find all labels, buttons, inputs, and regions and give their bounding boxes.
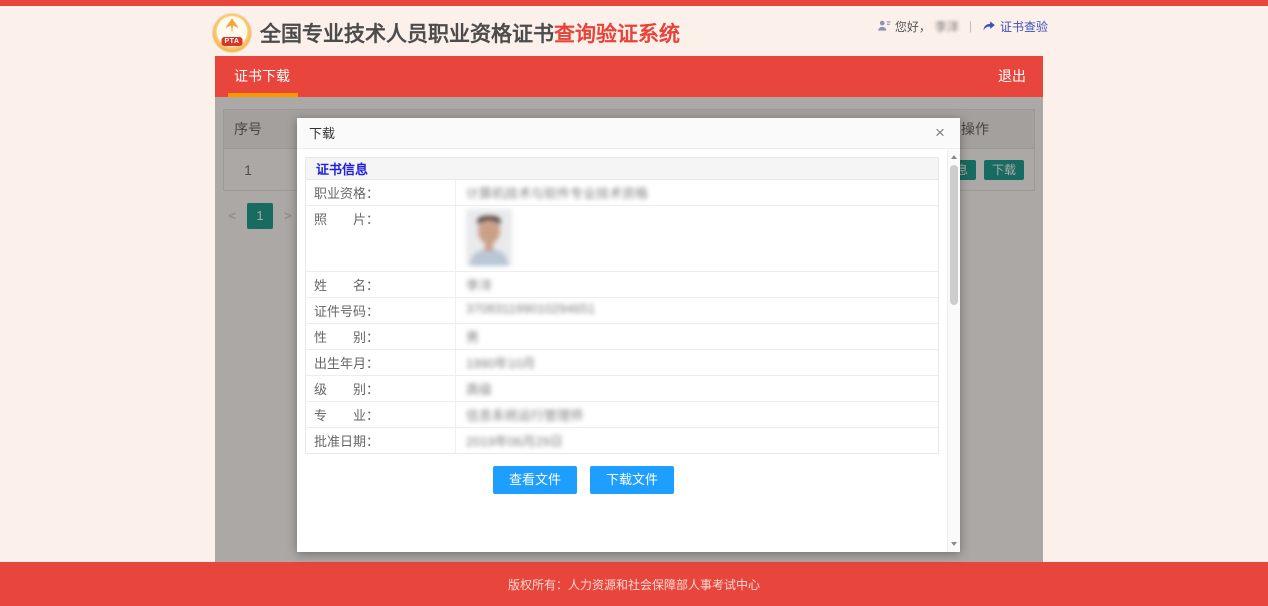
share-arrow-icon [982, 19, 996, 33]
greeting-text: 您好， [895, 18, 931, 35]
user-name: 李洋 [935, 18, 959, 35]
field-label: 照 片： [306, 206, 456, 271]
field-value: 信息系统运行管理师 [456, 402, 938, 427]
field-value: 高级 [456, 376, 938, 401]
field-value: 1990年10月 [456, 350, 938, 375]
field-value: 2019年06月29日 [456, 428, 938, 453]
logo-flame-icon [221, 18, 243, 34]
user-area: 您好， 李洋 | 证书查验 [877, 16, 1048, 36]
cert-verify-link[interactable]: 证书查验 [1000, 18, 1048, 35]
modal-title: 下载 [309, 118, 335, 149]
copyright-text: 版权所有：人力资源和社会保障部人事考试中心 [508, 576, 760, 593]
scrollbar-thumb[interactable] [950, 165, 958, 305]
title-accent: 查询验证系统 [554, 23, 680, 46]
field-row-major: 专 业： 信息系统运行管理师 [306, 402, 938, 428]
portrait-photo [456, 206, 938, 271]
modal-actions: 查看文件 下载文件 [493, 466, 939, 494]
title-main: 全国专业技术人员职业资格证书 [260, 23, 554, 46]
field-row-gender: 性 别： 男 [306, 324, 938, 350]
view-file-button[interactable]: 查看文件 [493, 466, 577, 494]
page: PTA 全国专业技术人员职业资格证书查询验证系统 您好， 李洋 | 证书查验 证… [0, 0, 1268, 606]
field-row-name: 姓 名： 李洋 [306, 272, 938, 298]
field-label: 姓 名： [306, 272, 456, 297]
page-title: 全国专业技术人员职业资格证书查询验证系统 [260, 18, 680, 48]
modal-scrollbar[interactable] [947, 149, 960, 552]
pta-logo-icon: PTA [213, 14, 251, 52]
field-row-id-number: 证件号码： 370831199010294651 [306, 298, 938, 324]
divider: | [969, 19, 972, 33]
close-icon[interactable]: × [930, 123, 950, 143]
cert-info-table: 职业资格： 计算机技术与软件专业技术资格 照 片： [305, 180, 939, 454]
field-label: 性 别： [306, 324, 456, 349]
download-file-button[interactable]: 下载文件 [590, 466, 674, 494]
download-modal: 下载 × 证书信息 职业资格： 计算机技术与软件专业技术资格 照 片： [297, 118, 960, 552]
modal-body: 证书信息 职业资格： 计算机技术与软件专业技术资格 照 片： [297, 149, 947, 552]
footer: 版权所有：人力资源和社会保障部人事考试中心 [0, 562, 1268, 606]
field-label: 证件号码： [306, 298, 456, 323]
logout-button[interactable]: 退出 [998, 56, 1026, 97]
brand: PTA 全国专业技术人员职业资格证书查询验证系统 [213, 12, 680, 54]
navbar: 证书下载 退出 [215, 56, 1043, 97]
field-label: 批准日期： [306, 428, 456, 453]
field-label: 出生年月： [306, 350, 456, 375]
field-label: 职业资格： [306, 180, 456, 205]
field-row-photo: 照 片： [306, 206, 938, 272]
field-value: 计算机技术与软件专业技术资格 [456, 180, 938, 205]
field-row-approval-date: 批准日期： 2019年06月29日 [306, 428, 938, 453]
field-value: 370831199010294651 [456, 298, 938, 323]
tab-cert-download[interactable]: 证书下载 [232, 56, 292, 97]
scroll-up-icon[interactable] [948, 151, 960, 163]
scroll-down-icon[interactable] [948, 538, 960, 550]
field-value: 男 [456, 324, 938, 349]
modal-header: 下载 × [297, 118, 960, 149]
field-value: 李洋 [456, 272, 938, 297]
field-row-qualification: 职业资格： 计算机技术与软件专业技术资格 [306, 180, 938, 206]
field-row-birth: 出生年月： 1990年10月 [306, 350, 938, 376]
site-header: PTA 全国专业技术人员职业资格证书查询验证系统 您好， 李洋 | 证书查验 [0, 6, 1268, 56]
field-row-level: 级 别： 高级 [306, 376, 938, 402]
user-icon [877, 19, 891, 33]
field-label: 专 业： [306, 402, 456, 427]
section-title: 证书信息 [305, 157, 939, 180]
field-label: 级 别： [306, 376, 456, 401]
logo-pta-text: PTA [222, 37, 243, 46]
